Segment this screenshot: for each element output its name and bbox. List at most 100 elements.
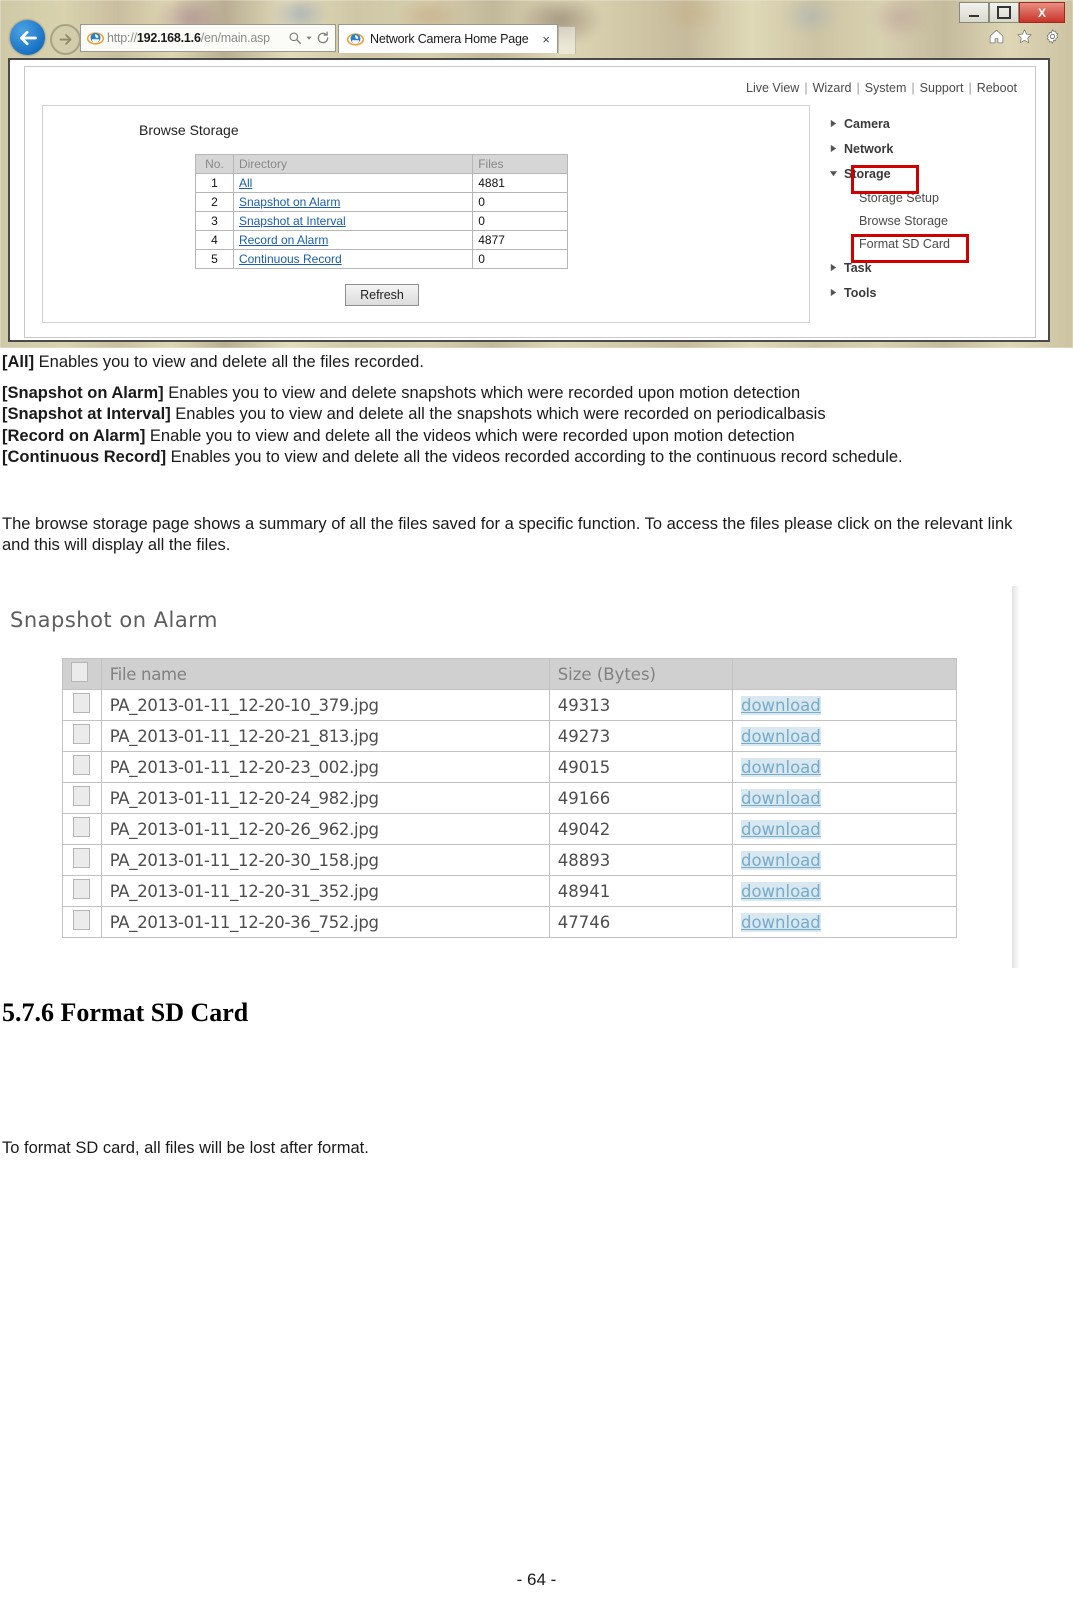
cell-file-name: PA_2013-01-11_12-20-31_352.jpg xyxy=(100,875,550,907)
link-directory[interactable]: Record on Alarm xyxy=(239,233,328,247)
definition-item: [Record on Alarm] Enable you to view and… xyxy=(2,426,1042,447)
download-link[interactable]: download xyxy=(740,850,821,870)
favorites-star-icon[interactable] xyxy=(1016,28,1033,45)
sidebar-item-label: Task xyxy=(844,260,872,275)
refresh-button[interactable]: Refresh xyxy=(345,284,419,306)
cell-no: 4 xyxy=(195,230,234,250)
browse-storage-panel: Browse Storage No. Directory Files 1 All xyxy=(42,105,810,323)
address-bar-icons xyxy=(288,31,332,45)
sidebar-item-task[interactable]: Task xyxy=(825,255,1015,280)
browser-screenshot: X http://192.168.1.6/en/main.asp Network… xyxy=(0,0,1073,348)
camera-web-page: Live View | Wizard | System | Support | Reboot B… xyxy=(24,66,1036,338)
url-text: http://192.168.1.6/en/main.asp xyxy=(107,31,288,45)
link-directory[interactable]: Continuous Record xyxy=(239,252,342,266)
definition-item: [Snapshot on Alarm] Enables you to view … xyxy=(2,383,1042,404)
link-directory[interactable]: All xyxy=(239,176,252,190)
link-directory[interactable]: Snapshot on Alarm xyxy=(239,195,340,209)
row-checkbox[interactable] xyxy=(73,755,91,775)
refresh-button-row: Refresh xyxy=(43,284,721,306)
row-checkbox[interactable] xyxy=(73,910,91,930)
row-checkbox[interactable] xyxy=(73,848,91,868)
cell-checkbox xyxy=(62,906,102,938)
cell-files: 0 xyxy=(472,249,568,269)
link-directory[interactable]: Snapshot at Interval xyxy=(239,214,346,228)
cell-no: 1 xyxy=(195,173,234,193)
table-row: 3 Snapshot at Interval 0 xyxy=(195,211,568,231)
topnav-system[interactable]: System xyxy=(865,81,907,95)
sidebar-item-storage-setup[interactable]: Storage Setup xyxy=(825,186,1015,209)
row-checkbox[interactable] xyxy=(73,693,91,713)
storage-table: No. Directory Files 1 All 4881 2 Snapsho… xyxy=(195,154,568,269)
row-checkbox[interactable] xyxy=(73,817,91,837)
url-host: 192.168.1.6 xyxy=(136,31,201,45)
cell-download: download xyxy=(731,751,958,783)
forward-arrow-icon[interactable] xyxy=(50,24,81,55)
download-link[interactable]: download xyxy=(740,788,821,808)
minimize-button[interactable] xyxy=(959,2,989,23)
col-header-no: No. xyxy=(195,154,234,174)
sidebar-item-tools[interactable]: Tools xyxy=(825,280,1015,305)
url-path: /en/main.asp xyxy=(200,31,270,45)
desc-snapshot-at-interval: Enables you to view and delete all the s… xyxy=(170,405,826,424)
download-link[interactable]: download xyxy=(740,726,821,746)
topnav-live-view[interactable]: Live View xyxy=(746,81,799,95)
cell-directory: Snapshot at Interval xyxy=(232,211,474,231)
cell-checkbox xyxy=(62,689,102,721)
definition-item: [Continuous Record] Enables you to view … xyxy=(2,447,1042,468)
sidebar-item-camera[interactable]: Camera xyxy=(825,111,1015,136)
page-title: Browse Storage xyxy=(139,122,239,138)
sidebar-item-storage[interactable]: Storage xyxy=(825,161,1015,186)
topnav-separator: | xyxy=(804,81,808,95)
download-link[interactable]: download xyxy=(740,912,821,932)
tab-favicon-icon xyxy=(347,31,364,48)
select-all-checkbox[interactable] xyxy=(71,662,88,682)
sidebar-item-format-sd-card[interactable]: Format SD Card xyxy=(825,232,1015,255)
tab-close-icon[interactable]: × xyxy=(540,33,552,46)
table-row: PA_2013-01-11_12-20-30_158.jpg 48893 dow… xyxy=(62,844,958,876)
cell-directory: All xyxy=(232,173,474,193)
cell-checkbox xyxy=(62,844,102,876)
topnav-wizard[interactable]: Wizard xyxy=(813,81,852,95)
topnav-separator: | xyxy=(968,81,972,95)
col-header-files: Files xyxy=(472,154,568,174)
dropdown-caret-icon[interactable] xyxy=(305,31,313,45)
home-icon[interactable] xyxy=(988,28,1005,45)
back-arrow-icon[interactable] xyxy=(10,20,45,55)
browser-tab[interactable]: Network Camera Home Page × xyxy=(338,24,558,53)
cell-files: 4877 xyxy=(472,230,568,250)
sidebar-item-browse-storage[interactable]: Browse Storage xyxy=(825,209,1015,232)
cell-directory: Snapshot on Alarm xyxy=(232,192,474,212)
close-button[interactable]: X xyxy=(1019,2,1065,23)
row-checkbox[interactable] xyxy=(73,786,91,806)
table-row: PA_2013-01-11_12-20-36_752.jpg 47746 dow… xyxy=(62,906,958,938)
table-row: 5 Continuous Record 0 xyxy=(195,249,568,269)
topnav-reboot[interactable]: Reboot xyxy=(977,81,1017,95)
sidebar-item-label: Tools xyxy=(844,285,877,300)
definition-item: [Snapshot at Interval] Enables you to vi… xyxy=(2,404,1042,425)
cell-checkbox xyxy=(62,782,102,814)
topnav-support[interactable]: Support xyxy=(920,81,964,95)
refresh-icon[interactable] xyxy=(316,31,330,45)
address-bar[interactable]: http://192.168.1.6/en/main.asp xyxy=(80,24,336,52)
chevron-right-icon xyxy=(825,119,841,128)
row-checkbox[interactable] xyxy=(73,879,91,899)
maximize-button[interactable] xyxy=(989,2,1019,23)
cell-download: download xyxy=(731,782,958,814)
download-link[interactable]: download xyxy=(740,819,821,839)
download-link[interactable]: download xyxy=(740,695,821,715)
topnav-separator: | xyxy=(911,81,915,95)
settings-gear-icon[interactable] xyxy=(1044,28,1061,45)
cell-size: 49313 xyxy=(548,689,733,721)
sidebar-item-network[interactable]: Network xyxy=(825,136,1015,161)
cell-download: download xyxy=(731,844,958,876)
definition-list: [Snapshot on Alarm] Enables you to view … xyxy=(2,383,1042,469)
download-link[interactable]: download xyxy=(740,881,821,901)
download-link[interactable]: download xyxy=(740,757,821,777)
cell-size: 49166 xyxy=(548,782,733,814)
cell-download: download xyxy=(731,689,958,721)
cell-download: download xyxy=(731,906,958,938)
search-magnifier-icon[interactable] xyxy=(288,31,302,45)
cell-file-name: PA_2013-01-11_12-20-21_813.jpg xyxy=(100,720,550,752)
col-header-size: Size (Bytes) xyxy=(548,658,733,690)
row-checkbox[interactable] xyxy=(73,724,91,744)
